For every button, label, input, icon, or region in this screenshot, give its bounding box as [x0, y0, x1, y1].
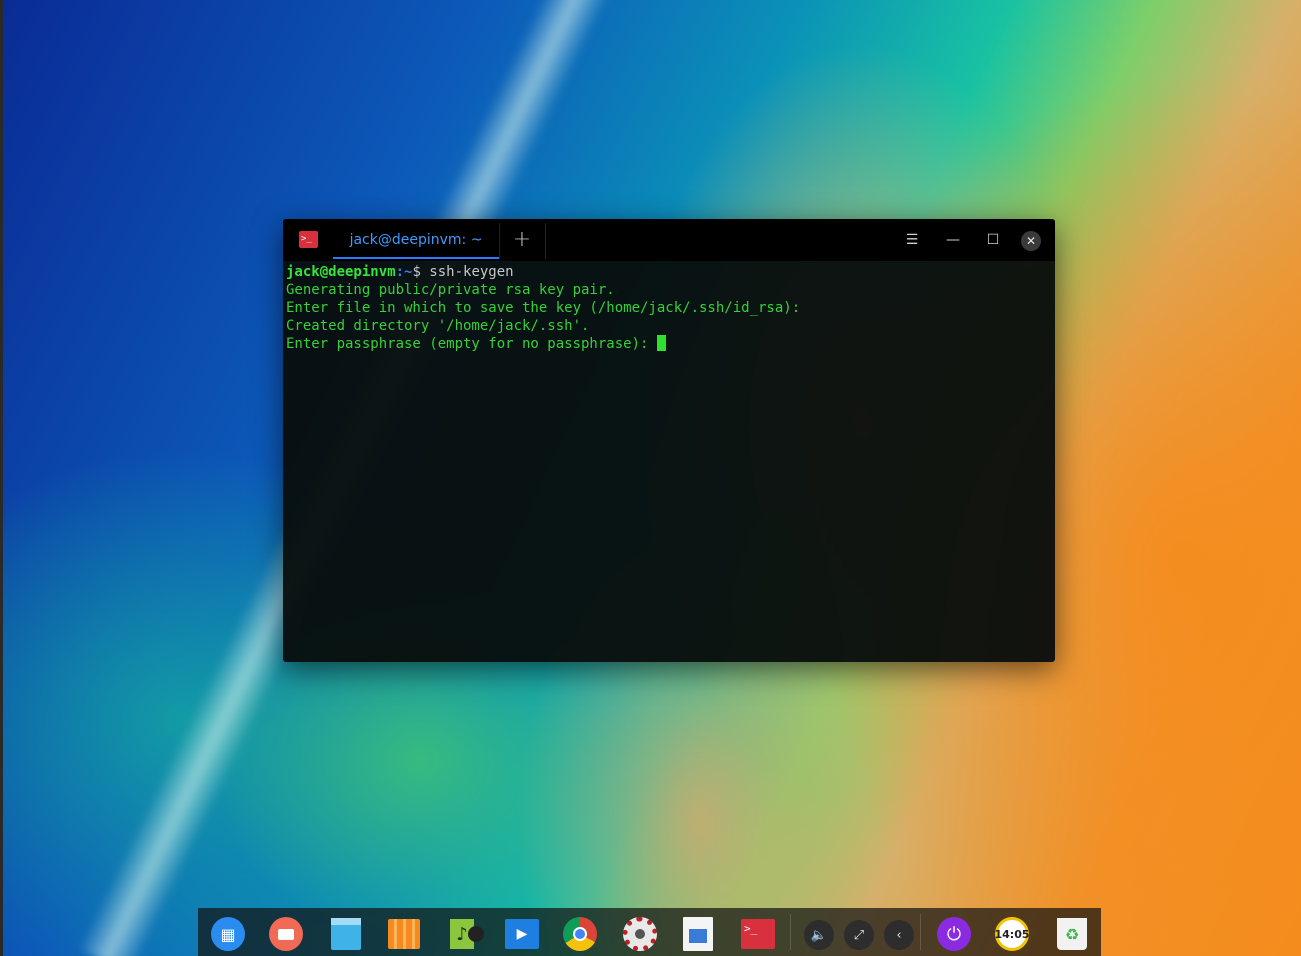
image-viewer-button[interactable]	[680, 916, 716, 952]
terminal-dock-button[interactable]: >_	[740, 916, 776, 952]
app-store-button[interactable]	[386, 916, 422, 952]
terminal-titlebar[interactable]: >_ jack@deepinvm: ~ + ☰ — ☐ ✕	[283, 219, 1055, 261]
prompt-path: :~	[395, 264, 413, 280]
active-tab-indicator	[333, 257, 499, 259]
text-cursor	[656, 335, 666, 351]
prompt-symbol: $	[412, 264, 430, 280]
image-viewer-icon	[683, 917, 713, 951]
terminal-screen[interactable]: jack@deepinvm:~$ ssh-keygen Generating pu…	[283, 261, 1055, 355]
new-tab-button[interactable]: +	[509, 227, 535, 253]
music-button[interactable]: ♪	[444, 916, 484, 952]
minimize-button[interactable]: —	[943, 230, 963, 250]
multitask-icon	[269, 917, 303, 951]
command-text: ssh-keygen	[429, 264, 514, 280]
tab-divider	[545, 223, 546, 259]
desktop: >_ jack@deepinvm: ~ + ☰ — ☐ ✕ jack@deepi…	[0, 0, 1301, 956]
output-line: Generating public/private rsa key pair.	[286, 282, 615, 298]
terminal-window[interactable]: >_ jack@deepinvm: ~ + ☰ — ☐ ✕ jack@deepi…	[283, 219, 1055, 662]
passphrase-line: Enter passphrase (empty for no passphras…	[286, 335, 1052, 353]
prompt-user-host: jack@deepinvm	[286, 264, 396, 280]
store-icon	[388, 919, 420, 949]
screen-edge	[0, 0, 3, 956]
prompt-line: jack@deepinvm:~$ ssh-keygen	[286, 263, 1052, 281]
tray-collapse-button[interactable]: ‹	[881, 917, 917, 953]
output-line: Enter file in which to save the key (/ho…	[286, 300, 801, 316]
tab-jack-deepinvm[interactable]: jack@deepinvm: ~	[333, 219, 499, 261]
chrome-button[interactable]	[562, 916, 598, 952]
network-icon: ⤢	[844, 920, 874, 950]
dock: ▦ ♪ ▶ >_ 🔈 ⤢ ‹ ⏻ 14:05 ♻	[198, 908, 1101, 956]
menu-icon[interactable]: ☰	[902, 230, 922, 250]
folder-icon	[331, 918, 361, 950]
close-button[interactable]: ✕	[1021, 231, 1041, 251]
multitasking-button[interactable]	[268, 916, 304, 952]
dock-divider	[920, 914, 921, 950]
terminal-app-icon: >_	[299, 231, 318, 248]
clock-icon: 14:05	[995, 917, 1030, 951]
power-icon: ⏻	[937, 917, 971, 951]
dock-divider	[790, 914, 791, 950]
disc-icon	[468, 926, 484, 942]
trash-icon: ♻	[1057, 918, 1087, 950]
grid-icon: ▦	[211, 917, 245, 951]
control-center-button[interactable]	[622, 916, 658, 952]
output-line: Enter passphrase (empty for no passphras…	[286, 336, 657, 352]
maximize-button[interactable]: ☐	[983, 230, 1003, 250]
volume-icon: 🔈	[804, 920, 834, 950]
gear-icon	[623, 917, 657, 951]
power-button[interactable]: ⏻	[936, 916, 972, 952]
volume-button[interactable]: 🔈	[801, 917, 837, 953]
movie-icon: ▶	[505, 919, 539, 949]
terminal-icon: >_	[741, 919, 775, 949]
network-button[interactable]: ⤢	[841, 917, 877, 953]
chrome-icon	[563, 917, 597, 951]
trash-button[interactable]: ♻	[1054, 916, 1090, 952]
output-line: Created directory '/home/jack/.ssh'.	[286, 318, 590, 334]
launcher-button[interactable]: ▦	[210, 916, 246, 952]
clock-button[interactable]: 14:05	[994, 916, 1030, 952]
file-manager-button[interactable]	[328, 916, 364, 952]
movie-button[interactable]: ▶	[504, 916, 540, 952]
chevron-left-icon: ‹	[884, 920, 914, 950]
tab-divider	[499, 223, 500, 259]
